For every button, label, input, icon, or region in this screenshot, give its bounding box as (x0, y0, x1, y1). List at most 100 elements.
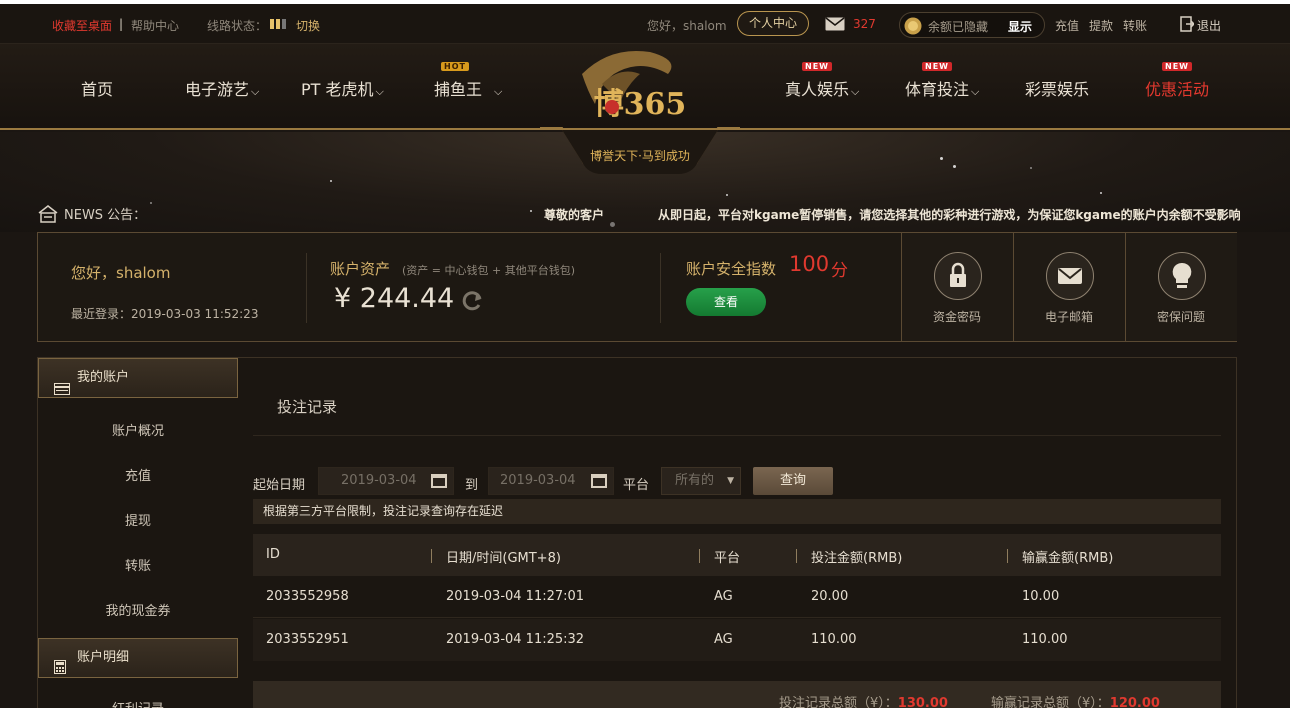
nav-egames-label: 电子游艺 (185, 80, 250, 99)
sidebar-account-details-header[interactable]: 账户明细 (38, 638, 238, 678)
column-header: 日期/时间(GMT+8) (446, 551, 561, 566)
withdraw-link[interactable]: 提款 (1089, 17, 1113, 34)
news-marquee[interactable]: 从即日起，平台对kgame暂停销售，请您选择其他的彩种进行游戏，为保证您kgam… (658, 206, 1240, 223)
divider (306, 253, 307, 323)
sidebar-item-withdraw[interactable]: 提现 (38, 510, 238, 529)
nav-pt-slots-label: PT 老虎机 (301, 80, 374, 99)
account-summary: 您好，shalom 最近登录：2019-03-03 11:52:23 账户资产 … (37, 232, 1237, 342)
signal-icon (270, 18, 288, 32)
lock-icon (934, 252, 982, 300)
transfer-link[interactable]: 转账 (1123, 17, 1147, 34)
end-date-input[interactable]: 2019-03-04 (488, 467, 614, 495)
logo-slogan: 博誉天下·马到成功 (590, 148, 690, 163)
house-icon (38, 204, 58, 227)
mail-icon (1046, 252, 1094, 300)
cell-datetime: 2019-03-04 11:25:32 (446, 632, 585, 647)
switch-route-link[interactable]: 切换 (296, 17, 320, 34)
chevron-down-icon: ⌵ (971, 85, 980, 98)
last-login: 最近登录：2019-03-03 11:52:23 (71, 307, 259, 321)
sidebar-item-recharge[interactable]: 充值 (38, 465, 238, 484)
hot-badge: HOT (441, 62, 469, 71)
email-card[interactable]: 电子邮箱 (1013, 233, 1125, 341)
summary-greeting: 您好，shalom (71, 264, 171, 282)
lightbulb-icon (1158, 252, 1206, 300)
cell-platform: AG (714, 632, 733, 647)
cell-platform: AG (714, 589, 733, 604)
divider (660, 253, 661, 323)
nav-lottery[interactable]: 彩票娱乐 (1025, 76, 1089, 100)
platform-label: 平台 (623, 478, 650, 493)
sidebar-item-coupons[interactable]: 我的现金券 (38, 600, 238, 619)
cell-bet-amount: 110.00 (811, 632, 857, 647)
column-separator (699, 549, 700, 563)
sidebar-my-account-header[interactable]: 我的账户 (38, 358, 238, 398)
cell-datetime: 2019-03-04 11:27:01 (446, 589, 585, 604)
user-greeting: 您好，shalom (647, 19, 727, 33)
mail-count[interactable]: 327 (853, 17, 876, 31)
security-question-card[interactable]: 密保问题 (1125, 233, 1237, 341)
nav-sports[interactable]: 体育投注 ⌵ (905, 76, 979, 100)
site-logo[interactable]: 博365 博誉天下·马到成功 (540, 44, 740, 180)
sidebar-header-label: 账户明细 (77, 650, 130, 665)
view-security-button[interactable]: 查看 (686, 288, 766, 316)
column-header: 平台 (714, 551, 741, 566)
total-win: 输赢记录总额（¥）：120.00 (991, 692, 1160, 708)
query-button[interactable]: 查询 (753, 467, 833, 495)
balance-toggle: 余额已隐藏 显示 (899, 12, 1045, 38)
nav-sports-label: 体育投注 (905, 80, 970, 99)
column-header: 输赢金额(RMB) (1022, 551, 1114, 566)
cell-win-amount: 10.00 (1022, 589, 1060, 604)
nav-pt-slots[interactable]: PT 老虎机 ⌵ (301, 76, 384, 100)
nav-fishing[interactable]: 捕鱼王 ⌵ (434, 76, 502, 100)
cell-id: 2033552958 (266, 589, 349, 604)
dropdown-arrow-icon: ▼ (727, 476, 734, 486)
bookmark-link[interactable]: 收藏至桌面 (52, 17, 112, 34)
route-status-label: 线路状态： (207, 19, 268, 33)
column-header: ID (266, 547, 280, 562)
calendar-icon[interactable] (591, 474, 607, 488)
news-title[interactable]: 尊敬的客户 (544, 206, 604, 223)
table-row[interactable]: 2033552958 2019-03-04 11:27:01 AG 20.00 … (253, 576, 1221, 618)
mail-icon[interactable] (825, 17, 845, 34)
nav-egames[interactable]: 电子游艺 ⌵ (185, 76, 259, 100)
platform-select[interactable]: 所有的 ▼ (661, 467, 741, 495)
nav-live-casino[interactable]: 真人娱乐 ⌵ (785, 76, 859, 100)
sidebar-item-bonus-records[interactable]: 红利记录 (38, 698, 238, 708)
chevron-down-icon: ⌵ (851, 85, 860, 98)
table-row[interactable]: 2033552951 2019-03-04 11:25:32 AG 110.00… (253, 619, 1221, 661)
nav-home[interactable]: 首页 (81, 76, 113, 100)
total-win-label: 输赢记录总额（¥）： (991, 696, 1110, 708)
sidebar-item-overview[interactable]: 账户概况 (38, 420, 238, 439)
nav-fishing-label: 捕鱼王 (434, 80, 483, 99)
fund-password-card[interactable]: 资金密码 (901, 233, 1013, 341)
start-date-input[interactable]: 2019-03-04 (318, 467, 454, 495)
new-badge: NEW (922, 62, 952, 71)
logout-link[interactable]: 退出 (1197, 17, 1221, 34)
recharge-link[interactable]: 充值 (1055, 17, 1079, 34)
column-separator (796, 549, 797, 563)
calendar-icon[interactable] (431, 474, 447, 488)
security-item-label: 资金密码 (932, 310, 981, 324)
to-label: 到 (465, 478, 479, 493)
show-balance-button[interactable]: 显示 (1008, 18, 1032, 35)
cell-win-amount: 110.00 (1022, 632, 1068, 647)
user-center-button[interactable]: 个人中心 (737, 11, 810, 36)
column-separator (431, 549, 432, 563)
nav-promotions[interactable]: 优惠活动 (1145, 76, 1209, 100)
calculator-icon (54, 652, 70, 674)
security-label: 账户安全指数 (686, 260, 777, 278)
top-bar: 收藏至桌面 | 帮助中心 线路状态： 切换 您好，shalom 个人中心 327… (0, 4, 1290, 44)
coin-icon (904, 17, 922, 38)
start-date-value: 2019-03-04 (341, 473, 417, 488)
assets-label: 账户资产 (330, 260, 391, 278)
sidebar-item-transfer[interactable]: 转账 (38, 555, 238, 574)
separator: | (119, 17, 124, 31)
help-center-link[interactable]: 帮助中心 (131, 17, 179, 34)
refresh-icon[interactable] (460, 289, 484, 316)
delay-notice: 根据第三方平台限制，投注记录查询存在延迟 (253, 499, 1221, 524)
security-item-label: 密保问题 (1156, 310, 1205, 324)
security-score: 100 (789, 252, 830, 276)
security-unit: 分 (831, 261, 848, 281)
new-badge: NEW (802, 62, 832, 71)
logout-icon[interactable] (1180, 16, 1196, 35)
